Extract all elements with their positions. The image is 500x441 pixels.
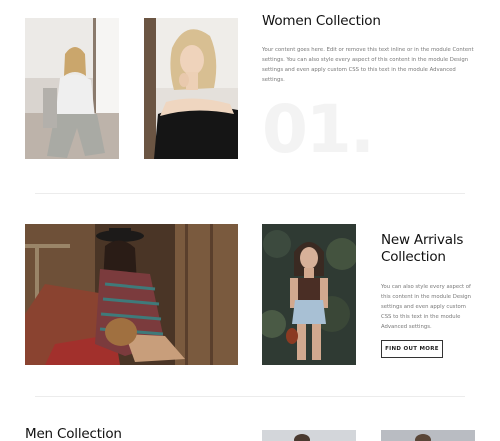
women-collection-title: Women Collection: [262, 13, 381, 29]
new-arrivals-title-line1: New Arrivals: [381, 232, 464, 248]
section-number: 01.: [262, 91, 375, 168]
women-photo-2: [144, 18, 238, 159]
new-arrivals-photo-1: [25, 224, 238, 365]
new-arrivals-photo-2: [262, 224, 356, 365]
section-divider: [35, 396, 465, 397]
women-photo-1: [25, 18, 119, 159]
new-arrivals-description: You can also style every aspect of this …: [381, 284, 472, 330]
men-collection-title: Men Collection: [25, 426, 122, 441]
men-photo-1: [262, 430, 356, 441]
section-divider: [35, 193, 465, 194]
men-photo-2: [381, 430, 475, 441]
find-out-more-button[interactable]: FIND OUT MORE: [381, 340, 443, 358]
new-arrivals-title-line2: Collection: [381, 249, 446, 265]
women-collection-description: Your content goes here. Edit or remove t…: [262, 47, 474, 83]
